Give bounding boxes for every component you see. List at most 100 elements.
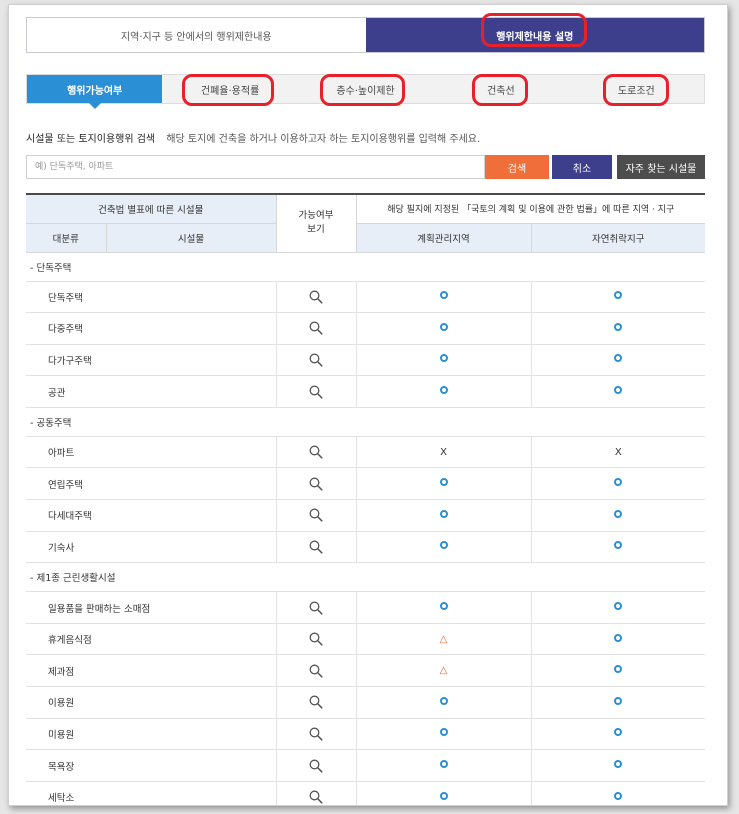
zone-planning-cell: [355, 591, 532, 624]
subtab-height-limit[interactable]: 층수·높이제한: [298, 75, 433, 103]
view-cell: [275, 623, 357, 656]
search-icon[interactable]: [309, 477, 323, 491]
search-icon[interactable]: [309, 321, 323, 335]
facility-name: 공관: [26, 375, 277, 408]
top-tabs: 지역·지구 등 안에서의 행위제한내용 행위제한내용 설명: [26, 17, 705, 53]
search-icon[interactable]: [309, 508, 323, 522]
zone-planning-cell: [355, 281, 532, 314]
facility-name: 단독주택: [26, 281, 277, 314]
tab-zone-restrictions[interactable]: 지역·지구 등 안에서의 행위제한내용: [27, 18, 366, 52]
zone-village-cell: [530, 781, 706, 805]
search-icon[interactable]: [309, 353, 323, 367]
subtab-road-condition[interactable]: 도로조건: [569, 75, 704, 103]
search-icon[interactable]: [309, 445, 323, 459]
zone-planning-cell: [355, 749, 532, 782]
allowed-icon: [614, 291, 623, 300]
facility-name: 이용원: [26, 686, 277, 719]
zone-village-cell: [530, 718, 706, 751]
table-row: 세탁소: [26, 781, 706, 805]
view-cell: [275, 344, 357, 377]
facility-name: 다가구주택: [26, 344, 277, 377]
subtab-building-line[interactable]: 건축선: [433, 75, 568, 103]
facility-name: 목욕장: [26, 749, 277, 782]
search-icon[interactable]: [309, 664, 323, 678]
category-label: - 단독주택: [26, 252, 706, 282]
allowed-icon: [614, 633, 623, 642]
table-row: 기숙사: [26, 531, 706, 564]
category-label: - 제1종 근린생활시설: [26, 562, 706, 593]
view-cell: [275, 591, 357, 624]
zone-village-cell: [530, 344, 706, 377]
header-zone-village: 자연취락지구: [530, 223, 706, 253]
zone-planning-cell: [355, 781, 532, 805]
view-cell: [275, 781, 357, 805]
category-row: - 공동주택: [26, 407, 706, 437]
subtab-coverage-ratio[interactable]: 건폐율·용적률: [162, 75, 297, 103]
header-facility: 시설물: [105, 223, 277, 253]
zone-village-cell: X: [530, 436, 706, 469]
search-title: 시설물 또는 토지이용행위 검색: [26, 134, 156, 145]
header-zone-planning: 계획관리지역: [355, 223, 532, 253]
header-building: 건축법 별표에 따른 시설물: [26, 193, 277, 224]
search-icon[interactable]: [309, 540, 323, 554]
facility-name: 세탁소: [26, 781, 277, 805]
tab-restriction-explanation[interactable]: 행위제한내용 설명: [365, 18, 704, 52]
subtab-possibility[interactable]: 행위가능여부: [27, 75, 163, 109]
view-cell: [275, 654, 357, 688]
zone-planning-cell: △: [355, 654, 532, 688]
search-icon[interactable]: [309, 632, 323, 646]
allowed-icon: [614, 602, 623, 611]
allowed-icon: [439, 478, 448, 487]
search-icon[interactable]: [309, 790, 323, 804]
cancel-button[interactable]: 취소: [552, 155, 612, 179]
search-input[interactable]: [26, 155, 485, 179]
table-row: 제과점 △: [26, 654, 706, 688]
table-row: 다중주택: [26, 312, 706, 345]
zone-village-cell: [530, 749, 706, 782]
view-cell: [275, 467, 357, 501]
allowed-icon: [614, 478, 623, 487]
table-row: 일용품을 판매하는 소매점: [26, 591, 706, 624]
search-icon[interactable]: [309, 601, 323, 615]
zone-village-cell: [530, 654, 706, 688]
zone-planning-cell: X: [355, 436, 532, 469]
zone-village-cell: [530, 623, 706, 656]
not-allowed-mark: X: [440, 446, 447, 458]
table-body: - 단독주택 단독주택 다중주택 다가구주택 공관 - 공동주택 아파트 X X 연립주택 다세대주…: [26, 252, 706, 805]
view-cell: [275, 312, 357, 345]
allowed-icon: [439, 696, 448, 705]
allowed-icon: [614, 354, 623, 363]
allowed-icon: [614, 696, 623, 705]
allowed-icon: [439, 602, 448, 611]
view-cell: [275, 718, 357, 751]
allowed-icon: [439, 322, 448, 331]
view-cell: [275, 686, 357, 719]
view-cell: [275, 436, 357, 469]
search-heading: 시설물 또는 토지이용행위 검색 해당 토지에 건축을 하거나 이용하고자 하는…: [26, 130, 480, 145]
search-icon[interactable]: [309, 290, 323, 304]
search-icon[interactable]: [309, 385, 323, 399]
category-label: - 공동주택: [26, 407, 706, 437]
search-icon[interactable]: [309, 695, 323, 709]
zone-village-cell: [530, 375, 706, 408]
allowed-icon: [614, 541, 623, 550]
zone-planning-cell: △: [355, 623, 532, 656]
zone-planning-cell: [355, 467, 532, 501]
allowed-icon: [439, 728, 448, 737]
search-button[interactable]: 검색: [485, 155, 549, 179]
zone-village-cell: [530, 312, 706, 345]
header-possible: 가능여부 보기: [275, 193, 357, 253]
facility-name: 다세대주택: [26, 499, 277, 532]
search-icon[interactable]: [309, 727, 323, 741]
zone-village-cell: [530, 686, 706, 719]
facility-name: 제과점: [26, 654, 277, 688]
facility-table-wrap: 건축법 별표에 따른 시설물 가능여부 보기 해당 필지에 지정된 「국토의 계…: [26, 193, 706, 805]
zone-village-cell: [530, 531, 706, 564]
table-row: 아파트 X X: [26, 436, 706, 469]
allowed-icon: [614, 509, 623, 518]
conditional-mark: △: [439, 665, 448, 677]
table-row: 다가구주택: [26, 344, 706, 377]
zone-planning-cell: [355, 686, 532, 719]
search-icon[interactable]: [309, 759, 323, 773]
frequent-facilities-button[interactable]: 자주 찾는 시설물: [617, 155, 705, 179]
